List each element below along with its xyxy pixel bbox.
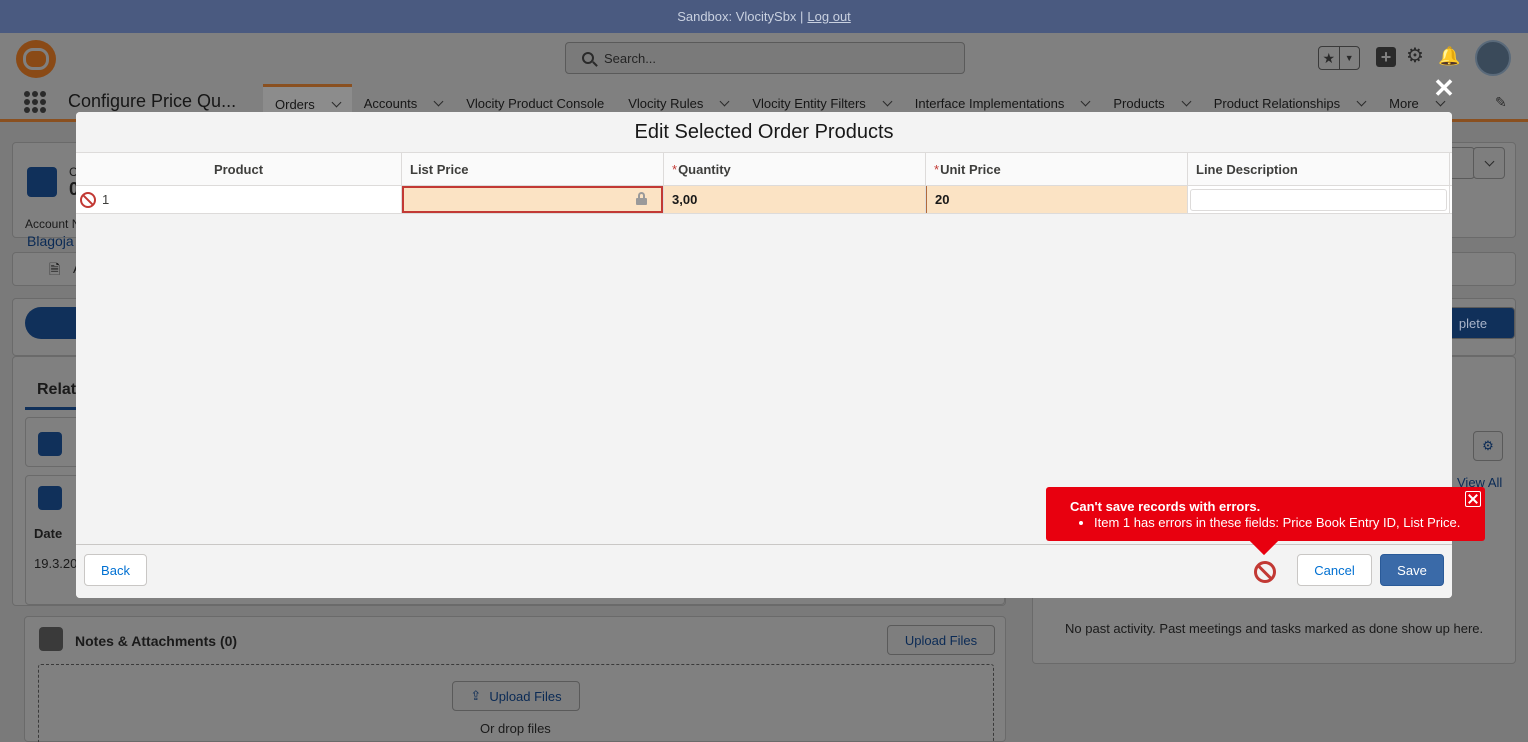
error-indicator-icon[interactable] (1254, 561, 1276, 583)
chevron-down-icon[interactable]: ▼ (1338, 47, 1360, 69)
save-button[interactable]: Save (1380, 554, 1444, 586)
modal-close-icon[interactable]: ✕ (1432, 75, 1456, 101)
modal-title: Edit Selected Order Products (76, 112, 1452, 152)
file-drop-zone[interactable]: ⇪ Upload Files Or drop files (38, 664, 994, 742)
upload-files-label: Upload Files (489, 688, 562, 704)
column-header-list-price[interactable]: List Price (402, 153, 664, 186)
nav-tab-label: Accounts (363, 95, 418, 111)
account-field-label: Account N (25, 217, 81, 231)
cancel-button[interactable]: Cancel (1297, 554, 1372, 586)
user-avatar[interactable] (1475, 40, 1511, 76)
nav-tab-label: Product Relationships (1213, 95, 1341, 111)
lock-icon (636, 192, 647, 205)
salesforce-logo-icon[interactable] (16, 40, 56, 78)
nav-tab-label: Products (1113, 95, 1165, 111)
chevron-down-icon[interactable] (1080, 96, 1091, 106)
column-label: Product (213, 162, 264, 177)
drop-files-hint: Or drop files (480, 721, 551, 736)
related-list-icon (38, 432, 62, 456)
related-tab[interactable]: Relat (37, 381, 76, 399)
error-item: Item 1 has errors in these fields: Price… (1094, 515, 1485, 530)
error-title: Can't save records with errors. (1070, 499, 1261, 514)
app-launcher-icon[interactable] (24, 91, 46, 113)
search-icon (582, 52, 594, 64)
account-link[interactable]: Blagoja (27, 233, 74, 249)
setup-gear-icon[interactable]: ⚙ (1406, 46, 1424, 66)
no-activity-message: No past activity. Past meetings and task… (1065, 621, 1484, 636)
list-price-field-error[interactable] (402, 186, 663, 213)
files-icon (39, 627, 63, 651)
related-list-icon (38, 486, 62, 510)
chevron-down-icon[interactable] (1356, 96, 1367, 106)
product-cell[interactable]: 1 (76, 186, 402, 213)
column-label: Unit Price (940, 162, 1001, 177)
upload-icon: ⇪ (470, 688, 482, 703)
search-placeholder: Search... (604, 50, 657, 66)
nav-tab-label: Vlocity Entity Filters (752, 95, 866, 111)
favorites-button[interactable]: ★ ▼ (1318, 46, 1360, 70)
row-error-icon[interactable] (80, 191, 96, 208)
required-asterisk: * (672, 162, 678, 177)
grid-header-row: Product List Price * Quantity * Unit Price… (76, 152, 1452, 186)
date-cell: 19.3.20 (34, 556, 78, 571)
nav-tab-label: More (1389, 95, 1419, 111)
record-actions-dropdown[interactable] (1473, 147, 1505, 179)
star-icon: ★ (1322, 50, 1336, 66)
quantity-cell[interactable]: 3,00 (664, 186, 926, 213)
date-column-header: Date (34, 526, 63, 541)
line-description-input[interactable] (1190, 188, 1447, 211)
unit-price-cell[interactable]: 20 (926, 186, 1188, 213)
back-button[interactable]: Back (84, 554, 147, 586)
notes-title: Notes & Attachments (0) (75, 633, 238, 649)
nav-tab-label: Vlocity Product Console (466, 95, 605, 111)
nav-tab-label: Vlocity Rules (628, 95, 704, 111)
line-description-cell[interactable] (1188, 186, 1450, 213)
chevron-down-icon[interactable] (882, 96, 893, 106)
chevron-down-icon[interactable] (331, 97, 342, 108)
error-popover: Can't save records with errors. Item 1 h… (1046, 487, 1485, 556)
required-asterisk: * (934, 162, 940, 177)
upload-files-button[interactable]: Upload Files (887, 625, 995, 655)
app-name: Configure Price Qu... (68, 91, 237, 111)
column-label: Quantity (678, 162, 731, 177)
sandbox-label: Sandbox: VlocitySbx | (677, 9, 804, 24)
global-header: Search... ★ ▼ + ⚙ 🔔 (0, 33, 1528, 84)
column-header-line-description[interactable]: Line Description (1188, 153, 1450, 186)
sandbox-bar: Sandbox: VlocitySbx | Log out (0, 0, 1528, 33)
chevron-down-icon (1484, 156, 1494, 166)
nav-tab-label: Interface Implementations (914, 95, 1065, 111)
chevron-down-icon[interactable] (1181, 96, 1192, 106)
global-search-input[interactable]: Search... (565, 42, 965, 74)
edit-nav-pencil-icon[interactable]: ✎ (1495, 94, 1507, 111)
nav-tab-label: Orders (275, 97, 315, 112)
logout-link[interactable]: Log out (807, 9, 850, 24)
modal-footer: Back Cancel Save (76, 544, 1452, 598)
chevron-down-icon[interactable] (719, 96, 730, 106)
row-number: 1 (102, 192, 110, 207)
column-label: Line Description (1196, 162, 1298, 177)
order-record-icon (27, 167, 57, 197)
global-create-icon[interactable]: + (1376, 47, 1396, 67)
column-label: List Price (410, 162, 469, 177)
document-icon: 🗎 (49, 261, 61, 277)
column-header-unit-price[interactable]: * Unit Price (926, 153, 1188, 186)
close-error-icon[interactable] (1465, 491, 1481, 507)
notifications-bell-icon[interactable]: 🔔 (1438, 46, 1460, 66)
activity-settings-gear-icon[interactable]: ⚙ (1473, 431, 1503, 461)
column-header-quantity[interactable]: * Quantity (664, 153, 926, 186)
chevron-down-icon[interactable] (433, 96, 444, 106)
upload-files-dropzone-button[interactable]: ⇪ Upload Files (452, 681, 580, 711)
order-products-grid: Product List Price * Quantity * Unit Price… (76, 152, 1452, 214)
table-row: 1 3,00 20 (76, 186, 1452, 214)
error-list: Item 1 has errors in these fields: Price… (1094, 515, 1485, 530)
list-price-cell[interactable] (402, 186, 664, 213)
column-header-product[interactable]: Product (76, 153, 402, 186)
